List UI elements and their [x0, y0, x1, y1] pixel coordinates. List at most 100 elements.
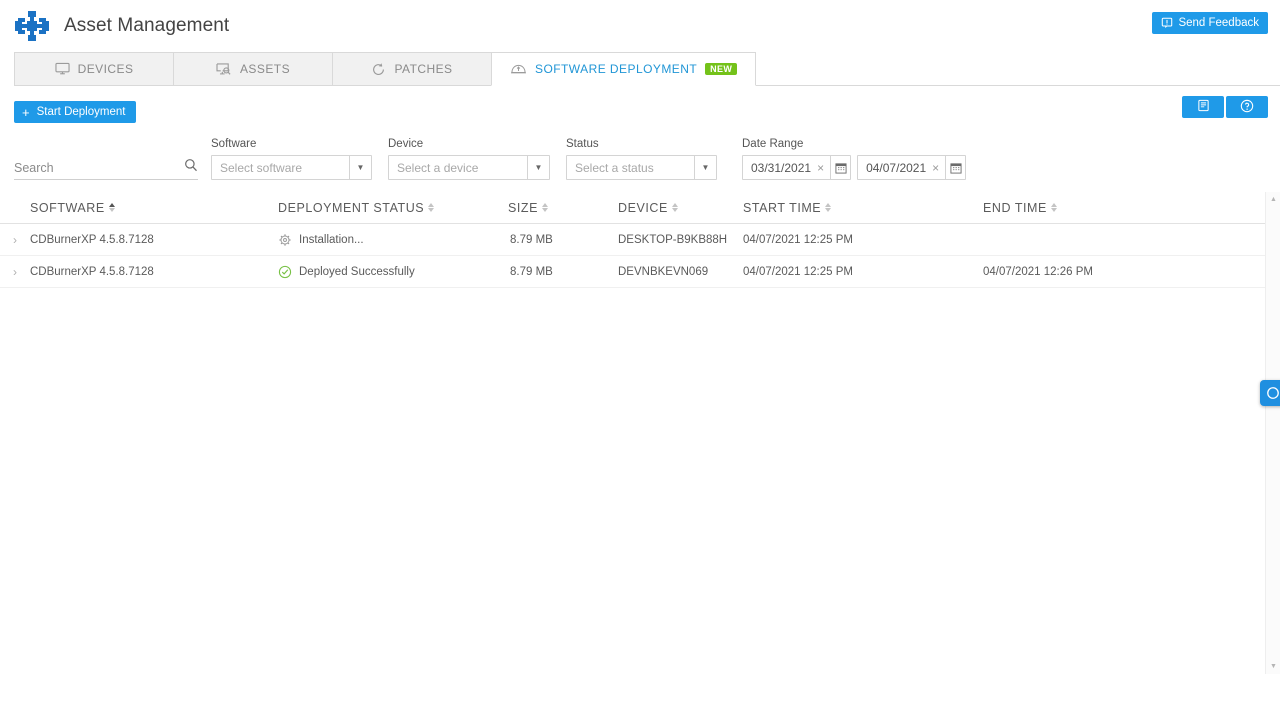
tab-patches-label: PATCHES [394, 62, 453, 76]
cell-deployment-status: Installation... [278, 233, 508, 247]
table-row[interactable]: › CDBurnerXP 4.5.8.7128 Installation... … [0, 224, 1280, 256]
column-header-end-time[interactable]: END TIME [983, 201, 1230, 215]
device-filter: Device Select a device ▼ [388, 138, 550, 180]
tab-software-deployment[interactable]: SOFTWARE DEPLOYMENT NEW [491, 52, 757, 86]
column-header-software[interactable]: SOFTWARE [30, 201, 278, 215]
cell-end-time: 04/07/2021 12:26 PM [983, 265, 1093, 278]
cell-device: DEVNBKEVN069 [618, 265, 709, 278]
cell-deployment-status: Deployed Successfully [278, 265, 508, 279]
date-from-value: 03/31/2021 [751, 160, 812, 175]
column-header-deployment-status-label: DEPLOYMENT STATUS [278, 200, 425, 215]
documentation-button[interactable] [1182, 96, 1224, 118]
chat-bubble-icon [1267, 387, 1279, 399]
search-field-wrap [14, 156, 198, 180]
cell-start-time: 04/07/2021 12:25 PM [743, 265, 853, 278]
device-select[interactable]: Select a device ▼ [388, 155, 550, 180]
monitor-icon [54, 62, 70, 76]
app-header: Asset Management Send Feedback [0, 0, 1280, 52]
software-select[interactable]: Select software ▼ [211, 155, 372, 180]
help-button[interactable] [1226, 96, 1268, 118]
deployment-table: SOFTWARE DEPLOYMENT STATUS SIZE DEVICE S… [0, 192, 1280, 674]
scroll-up-arrow-icon[interactable]: ▲ [1266, 192, 1280, 207]
main-tabs: DEVICES ASSETS PATCHES SOFTWARE DEPLOYME… [0, 52, 1280, 86]
status-select-value: Select a status [575, 160, 654, 175]
tab-patches[interactable]: PATCHES [332, 52, 491, 86]
new-badge: NEW [705, 63, 738, 75]
search-spacer [14, 139, 211, 153]
sort-arrows-icon [825, 203, 832, 212]
table-vertical-scrollbar[interactable]: ▲ ▼ [1265, 192, 1280, 674]
cloud-deploy-icon [510, 62, 527, 76]
date-to-clear-icon[interactable]: × [932, 162, 945, 174]
sort-arrows-icon [428, 203, 435, 212]
status-filter-label: Status [566, 138, 599, 150]
chevron-down-icon[interactable]: ▼ [349, 156, 371, 179]
deployment-status-label: Deployed Successfully [299, 265, 415, 278]
table-header-row: SOFTWARE DEPLOYMENT STATUS SIZE DEVICE S… [0, 192, 1280, 224]
send-feedback-label: Send Feedback [1178, 17, 1259, 29]
calendar-icon[interactable] [830, 156, 850, 179]
cell-size: 8.79 MB [510, 265, 553, 278]
software-filter: Software Select software ▼ [211, 138, 372, 180]
cell-software: CDBurnerXP 4.5.8.7128 [30, 233, 154, 246]
send-feedback-button[interactable]: Send Feedback [1152, 12, 1268, 34]
date-range-label: Date Range [742, 138, 804, 150]
help-circle-icon [1240, 99, 1254, 116]
scroll-down-arrow-icon[interactable]: ▼ [1266, 659, 1280, 674]
software-select-value: Select software [220, 160, 303, 175]
chevron-down-icon[interactable]: ▼ [527, 156, 549, 179]
tab-devices-label: DEVICES [77, 62, 134, 76]
toolbar: + Start Deployment [0, 94, 1280, 130]
date-range-inputs: 03/31/2021 × 04/07/2021 × [742, 155, 967, 180]
row-expand-toggle[interactable]: › [0, 224, 30, 255]
monitor-search-icon [216, 62, 232, 76]
deployment-status-label: Installation... [299, 233, 364, 246]
search-input[interactable] [14, 160, 164, 175]
column-header-end-time-label: END TIME [983, 200, 1047, 215]
tab-software-deployment-label: SOFTWARE DEPLOYMENT [535, 62, 698, 76]
column-header-start-time-label: START TIME [743, 200, 822, 215]
feedback-icon [1161, 17, 1173, 29]
search-icon[interactable] [184, 158, 198, 177]
grid-puzzle-logo-icon [14, 8, 50, 44]
status-select[interactable]: Select a status ▼ [566, 155, 717, 180]
column-header-device[interactable]: DEVICE [618, 201, 743, 215]
device-select-value: Select a device [397, 160, 479, 175]
tab-assets-label: ASSETS [239, 62, 291, 76]
page-title: Asset Management [64, 15, 230, 36]
date-from-clear-icon[interactable]: × [817, 162, 830, 174]
check-circle-icon [278, 265, 292, 279]
cell-start-time: 04/07/2021 12:25 PM [743, 233, 853, 246]
status-filter: Status Select a status ▼ [566, 138, 717, 180]
column-header-device-label: DEVICE [618, 200, 668, 215]
sort-arrows-icon [108, 203, 115, 212]
software-filter-label: Software [211, 138, 257, 150]
device-filter-label: Device [388, 138, 424, 150]
cell-software: CDBurnerXP 4.5.8.7128 [30, 265, 154, 278]
start-deployment-button[interactable]: + Start Deployment [14, 101, 137, 123]
plus-icon: + [22, 104, 30, 120]
date-range-filter: Date Range 03/31/2021 × 04/07/2021 × [742, 138, 967, 180]
cell-device: DESKTOP-B9KB88H [618, 233, 728, 246]
tab-devices[interactable]: DEVICES [14, 52, 173, 86]
column-header-start-time[interactable]: START TIME [743, 201, 983, 215]
row-expand-toggle[interactable]: › [0, 256, 30, 287]
date-to-field[interactable]: 04/07/2021 × [857, 155, 967, 180]
chevron-down-icon[interactable]: ▼ [694, 156, 716, 179]
refresh-icon [371, 62, 386, 77]
column-header-size[interactable]: SIZE [508, 201, 618, 215]
table-row[interactable]: › CDBurnerXP 4.5.8.7128 Deployed Success… [0, 256, 1280, 288]
sort-arrows-icon [671, 203, 678, 212]
date-from-field[interactable]: 03/31/2021 × [742, 155, 852, 180]
filter-bar: Software Select software ▼ Device Select… [0, 130, 1280, 180]
book-icon [1197, 99, 1210, 115]
gear-icon [278, 233, 292, 247]
column-header-deployment-status[interactable]: DEPLOYMENT STATUS [278, 201, 508, 215]
floating-action-button[interactable] [1260, 380, 1280, 406]
sort-arrows-icon [1050, 203, 1057, 212]
column-header-size-label: SIZE [508, 200, 538, 215]
calendar-icon[interactable] [945, 156, 965, 179]
tab-assets[interactable]: ASSETS [173, 52, 332, 86]
cell-size: 8.79 MB [510, 233, 553, 246]
column-header-software-label: SOFTWARE [30, 200, 105, 215]
